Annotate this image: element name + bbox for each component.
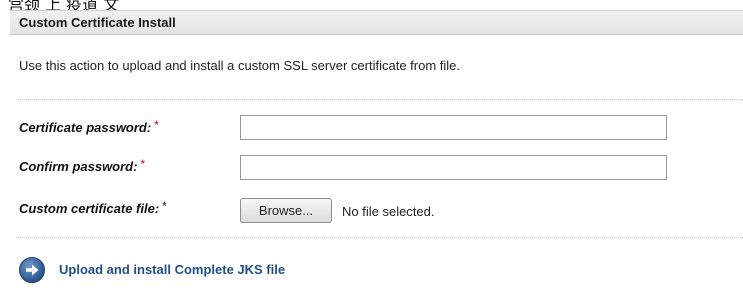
required-marker: * bbox=[162, 199, 167, 213]
file-selection-status: No file selected. bbox=[342, 204, 435, 219]
required-marker: * bbox=[154, 118, 159, 132]
certificate-password-label: Certificate password: * bbox=[19, 118, 159, 135]
top-strip-text: 宫颈 上 疫道 文 bbox=[8, 0, 120, 10]
upload-install-link[interactable]: Upload and install Complete JKS file bbox=[59, 262, 285, 277]
panel-body: Use this action to upload and install a … bbox=[10, 35, 743, 295]
panel-title: Custom Certificate Install bbox=[19, 15, 176, 30]
panel-description: Use this action to upload and install a … bbox=[19, 58, 460, 73]
certificate-password-input[interactable] bbox=[240, 115, 667, 140]
confirm-password-input[interactable] bbox=[240, 155, 667, 180]
certificate-file-label: Custom certificate file: * bbox=[19, 199, 167, 216]
confirm-password-label-text: Confirm password: bbox=[19, 159, 138, 174]
divider bbox=[17, 99, 743, 100]
required-marker: * bbox=[140, 157, 146, 171]
confirm-password-label: Confirm password: * bbox=[19, 157, 146, 174]
arrow-right-circle-icon[interactable] bbox=[19, 257, 45, 283]
top-strip: 宫颈 上 疫道 文 bbox=[0, 0, 743, 10]
certificate-file-label-text: Custom certificate file: bbox=[19, 201, 160, 216]
browse-button[interactable]: Browse... bbox=[240, 198, 332, 223]
certificate-password-label-text: Certificate password: bbox=[19, 120, 152, 135]
panel-header: Custom Certificate Install bbox=[10, 10, 743, 35]
divider bbox=[17, 237, 743, 238]
